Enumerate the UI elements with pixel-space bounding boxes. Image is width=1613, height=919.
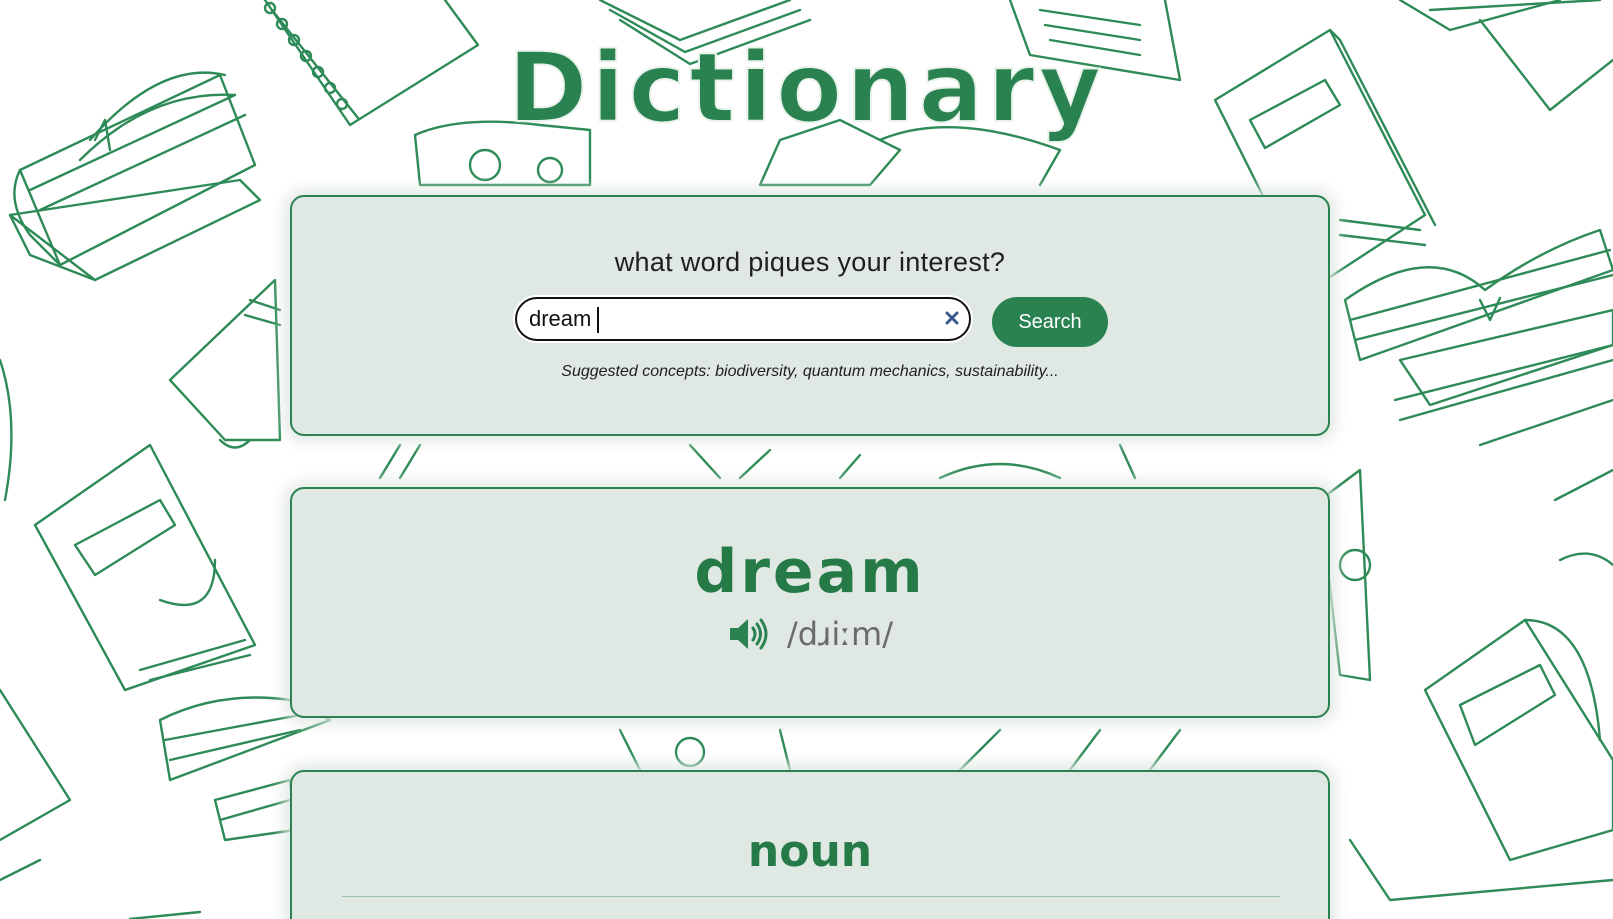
loose-pages-icon [168, 278, 282, 449]
text-caret [597, 307, 599, 333]
meaning-card: noun [290, 770, 1330, 919]
notebook-right-icon [1423, 618, 1613, 862]
speaker-icon[interactable] [727, 616, 769, 652]
word-card: dream /dɹiːm/ [290, 487, 1330, 718]
notebook-left-icon [33, 443, 257, 692]
search-card: what word piques your interest? Search S… [290, 195, 1330, 436]
divider [342, 896, 1280, 897]
search-button[interactable]: Search [992, 297, 1108, 347]
headword: dream [694, 537, 926, 607]
search-prompt: what word piques your interest? [614, 247, 1006, 277]
part-of-speech: noun [747, 826, 873, 877]
search-input[interactable] [529, 299, 929, 339]
page: Dictionary what word piques your interes… [0, 0, 1613, 919]
app-title: Dictionary [507, 31, 1106, 145]
pronunciation-row: /dɹiːm/ [292, 615, 1328, 659]
close-icon[interactable] [943, 309, 961, 327]
search-field[interactable] [515, 297, 971, 341]
phonetic-text: /dɹiːm/ [787, 615, 893, 653]
book-stack-right-icon [1343, 228, 1613, 447]
suggested-concepts: Suggested concepts: biodiversity, quantu… [561, 363, 1059, 380]
